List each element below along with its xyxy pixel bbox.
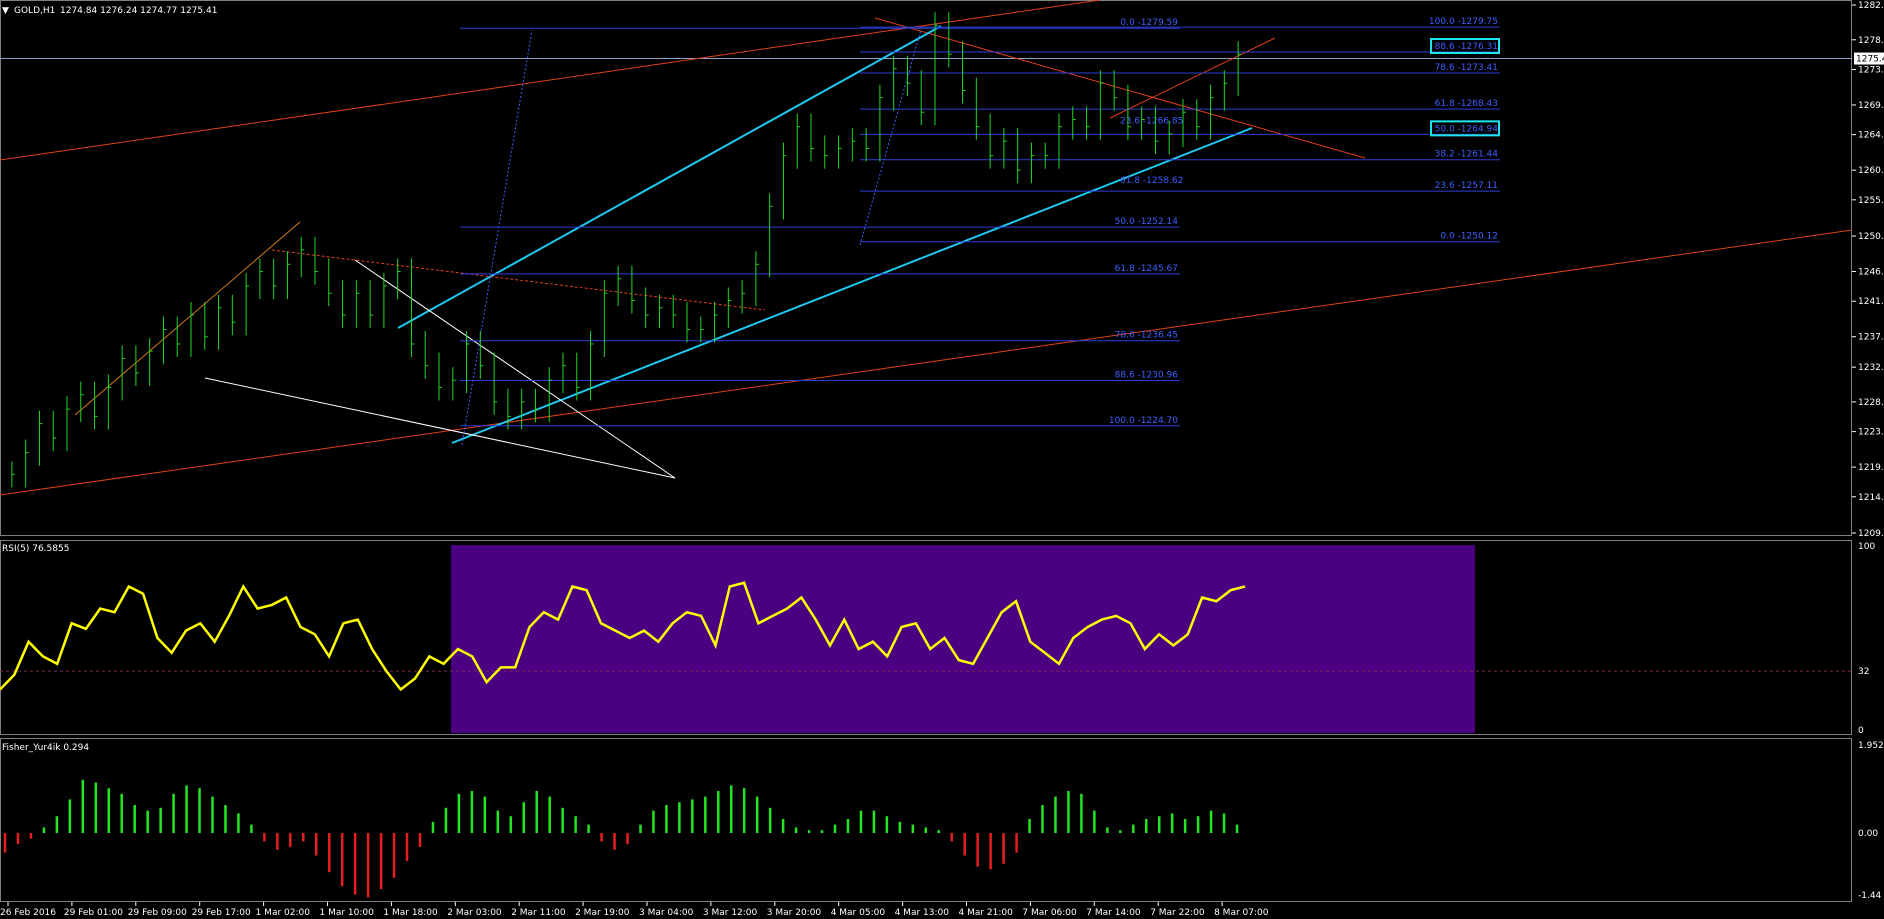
time-tick-label: 1 Mar 10:00: [320, 908, 375, 918]
fibo-level-label: 61.8 -1258.62: [1120, 176, 1183, 186]
time-tick-label: 7 Mar 06:00: [1022, 908, 1077, 918]
price-tick-label: 1255.9: [1858, 196, 1884, 206]
price-tick-label: 1264.9: [1858, 131, 1884, 141]
price-tick-label: 1250.9: [1858, 232, 1884, 242]
dotted-fib-anchor[interactable]: [461, 29, 533, 446]
price-tick-label: 1209.9: [1858, 529, 1884, 539]
time-tick-label: 1 Mar 02:00: [256, 908, 311, 918]
fibo-level-label: 61.8 -1245.67: [1115, 264, 1178, 274]
fibo-level-label: 38.2 -1261.44: [1435, 150, 1499, 160]
fisher-tick-label: -1.44: [1858, 891, 1882, 901]
time-tick-label: 3 Mar 12:00: [703, 908, 758, 918]
time-tick-label: 4 Mar 13:00: [895, 908, 950, 918]
price-tick-label: 1282.8: [1858, 1, 1884, 11]
price-tick-label: 1260.0: [1858, 166, 1884, 176]
rsi-highlight-zone: [451, 545, 1475, 733]
fibo-level-label: 50.0 -1252.14: [1115, 217, 1179, 227]
time-tick-label: 3 Mar 04:00: [639, 908, 694, 918]
price-tick-label: 1219.0: [1858, 463, 1884, 473]
time-tick-label: 29 Feb 17:00: [192, 908, 251, 918]
symbol-label: GOLD,H1: [14, 6, 55, 16]
rsi-label: RSI(5) 76.5855: [2, 544, 69, 554]
fibo-level-label: 50.0 -1264.94: [1435, 124, 1499, 134]
price-tick-label: 1214.9: [1858, 493, 1884, 503]
support-trendline[interactable]: [0, 229, 1853, 496]
fibo-level-label: 0.0 -1250.12: [1440, 232, 1498, 242]
fibo-level-label: 88.6 -1230.96: [1115, 370, 1179, 380]
price-tick-label: 1269.0: [1858, 101, 1884, 111]
time-tick-label: 2 Mar 11:00: [511, 908, 566, 918]
fibo-level-label: 61.8 -1268.43: [1435, 99, 1498, 109]
time-tick-label: 26 Feb 2016: [0, 908, 56, 918]
rsi-tick-label: 0: [1858, 726, 1864, 736]
fibo-level-label: 100.0 -1279.75: [1429, 17, 1498, 27]
rsi-tick-label: 32: [1858, 667, 1869, 677]
chart-canvas[interactable]: 0.0 -1279.5961.8 -1245.6750.0 -1252.1478…: [0, 0, 1884, 919]
fisher-tick-label: 0.00: [1858, 829, 1878, 839]
time-tick-label: 29 Feb 09:00: [128, 908, 187, 918]
time-tick-label: 1 Mar 18:00: [383, 908, 438, 918]
fibo-level-label: 23.6 -1266.85: [1120, 117, 1183, 127]
dropdown-arrow-icon[interactable]: ▼: [2, 6, 9, 16]
price-panel[interactable]: 0.0 -1279.5961.8 -1245.6750.0 -1252.1478…: [0, 0, 1853, 496]
wedge-upper-line[interactable]: [354, 259, 676, 479]
rsi-tick-label: 100: [1858, 542, 1875, 552]
time-tick-label: 4 Mar 21:00: [959, 908, 1014, 918]
price-tick-label: 1232.8: [1858, 363, 1884, 373]
fisher-tick-label: 1.952: [1858, 741, 1884, 751]
price-tick-label: 1241.9: [1858, 297, 1884, 307]
price-tick-label: 1273.9: [1858, 65, 1884, 75]
fibo-level-label: 78.6 -1273.41: [1435, 63, 1498, 73]
fisher-panel[interactable]: [3, 779, 1239, 898]
price-tick-label: 1237.0: [1858, 333, 1884, 343]
rsi-panel[interactable]: [0, 545, 1852, 733]
time-tick-label: 2 Mar 03:00: [447, 908, 502, 918]
short-rising-line[interactable]: [1109, 37, 1276, 119]
time-tick-label: 29 Feb 01:00: [64, 908, 123, 918]
time-tick-label: 4 Mar 05:00: [831, 908, 886, 918]
ohlc-label: 1274.84 1276.24 1274.77 1275.41: [60, 6, 217, 16]
fisher-label: Fisher_Yur4ik 0.294: [2, 743, 89, 753]
time-tick-label: 8 Mar 07:00: [1214, 908, 1269, 918]
fibo-level-label: 78.6 -1236.45: [1115, 331, 1178, 341]
fibo-level-label: 23.6 -1257.11: [1435, 181, 1498, 191]
price-tick-label: 1228.0: [1858, 398, 1884, 408]
fisher-panel-frame: [0, 738, 1852, 902]
price-tick-label: 1246.0: [1858, 268, 1884, 278]
time-tick-label: 7 Mar 22:00: [1150, 908, 1205, 918]
dotted-resistance-line[interactable]: [271, 249, 766, 311]
price-tick-label: 1223.9: [1858, 428, 1884, 438]
fibo-level-label: 88.6 -1276.31: [1435, 42, 1498, 52]
time-tick-label: 2 Mar 19:00: [575, 908, 630, 918]
price-tick-label: 1278.0: [1858, 36, 1884, 46]
fibo-level-label: 100.0 -1224.70: [1109, 416, 1178, 426]
axes: 1282.8 1278.0 1273.9 1269.0 1264.9 1260.0 1255…: [0, 1, 1884, 918]
time-tick-label: 3 Mar 20:00: [767, 908, 822, 918]
time-tick-label: 7 Mar 14:00: [1086, 908, 1141, 918]
current-price-label: 1275.41: [1856, 55, 1884, 65]
wedge-lower-line[interactable]: [204, 377, 676, 479]
